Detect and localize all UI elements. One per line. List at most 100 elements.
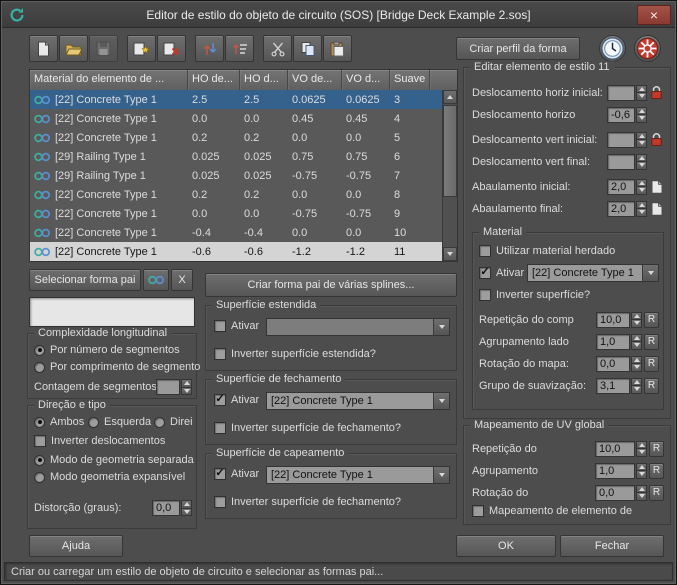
spinner[interactable] [636, 84, 647, 101]
column-header[interactable]: Suave [390, 70, 430, 90]
closure-material-combo[interactable]: [22] Concrete Type 1 [266, 392, 450, 410]
capping-material-combo[interactable]: [22] Concrete Type 1 [266, 466, 450, 484]
value-field[interactable]: 1,0 [595, 462, 635, 479]
remove-element-button[interactable] [157, 35, 186, 62]
spinner[interactable] [636, 131, 647, 148]
value-field[interactable] [607, 131, 635, 148]
segment-count-field[interactable] [156, 379, 180, 395]
table-scrollbar[interactable] [442, 90, 457, 261]
table-row[interactable]: [22] Concrete Type 1 0.2 0.2 0.0 0.0 5 [30, 128, 442, 147]
radio-by-segment-count[interactable]: Por número de segmentos [34, 344, 180, 356]
settings-button[interactable] [634, 35, 661, 62]
value-field[interactable]: 10,0 [596, 311, 630, 328]
open-style-button[interactable] [59, 35, 88, 62]
column-header[interactable]: VO d... [342, 70, 390, 90]
spinner[interactable] [636, 200, 647, 217]
value-field[interactable]: 0,0 [596, 355, 630, 372]
table-row[interactable]: [29] Railing Type 1 0.025 0.025 0.75 0.75 6 [30, 147, 442, 166]
clock-button[interactable] [599, 35, 626, 62]
capping-enable-checkbox[interactable]: ✓ Ativar [214, 468, 259, 480]
paste-element-button[interactable] [323, 35, 352, 62]
extended-material-combo[interactable] [266, 318, 450, 336]
column-header[interactable]: HO d... [240, 70, 288, 90]
spinner[interactable] [636, 484, 647, 501]
radio-by-segment-length[interactable]: Por comprimento de segmento [34, 361, 200, 373]
reset-button[interactable]: R [644, 311, 659, 328]
load-from-file-icon[interactable] [649, 201, 664, 216]
material-enable-checkbox[interactable]: ✓ Ativar [479, 267, 524, 279]
element-mapping-checkbox[interactable]: ✓ Mapeamento de elemento de [472, 505, 632, 517]
ok-button[interactable]: OK [456, 535, 556, 557]
reset-button[interactable]: R [649, 484, 664, 501]
table-row[interactable]: [22] Concrete Type 1 -0.6 -0.6 -1.2 -1.2 11 [30, 242, 442, 261]
value-field[interactable]: 1,0 [596, 333, 630, 350]
reset-button[interactable]: R [644, 377, 659, 394]
spinner[interactable] [636, 462, 647, 479]
scroll-down-button[interactable] [443, 247, 457, 261]
table-row[interactable]: [22] Concrete Type 1 2.5 2.5 0.0625 0.0625 3 [30, 90, 442, 109]
create-shape-profile-button[interactable]: Criar perfil da forma [456, 37, 580, 60]
invert-offsets-checkbox[interactable]: ✓ Inverter deslocamentos [34, 435, 165, 447]
value-field[interactable]: -0,6 [607, 106, 635, 123]
extended-invert-checkbox[interactable]: ✓ Inverter superfície estendida? [214, 348, 376, 360]
value-field[interactable]: 2,0 [607, 200, 635, 217]
load-from-file-icon[interactable] [649, 179, 664, 194]
extended-enable-checkbox[interactable]: ✓ Ativar [214, 320, 259, 332]
spinner[interactable] [636, 440, 647, 457]
inherited-material-checkbox[interactable]: ✓ Utilizar material herdado [479, 245, 615, 257]
radio-left[interactable]: Esquerda [88, 416, 151, 428]
material-invert-checkbox[interactable]: ✓ Inverter superfície? [479, 289, 590, 301]
column-header[interactable]: VO de... [288, 70, 342, 90]
close-dialog-button[interactable]: Fechar [560, 535, 664, 557]
spinner[interactable] [636, 153, 647, 170]
spinner[interactable] [636, 178, 647, 195]
radio-both[interactable]: Ambos [34, 416, 84, 428]
capping-invert-checkbox[interactable]: ✓ Inverter superfície de fechamento? [214, 496, 401, 508]
value-field[interactable]: 10,0 [595, 440, 635, 457]
spinner[interactable] [631, 355, 642, 372]
close-button[interactable]: × [637, 5, 671, 25]
reset-button[interactable]: R [649, 462, 664, 479]
value-field[interactable]: 0,0 [595, 484, 635, 501]
reset-button[interactable]: R [644, 333, 659, 350]
spinner[interactable] [631, 333, 642, 350]
radio-separate-geometry[interactable]: Modo de geometria separada [34, 454, 194, 466]
closure-enable-checkbox[interactable]: ✓ Ativar [214, 394, 259, 406]
cut-element-button[interactable] [263, 35, 292, 62]
pick-shape-button[interactable] [143, 269, 169, 291]
column-header[interactable]: HO de... [188, 70, 240, 90]
spinner[interactable] [636, 106, 647, 123]
select-parent-shape-button[interactable]: Selecionar forma pai [29, 269, 141, 291]
twist-field[interactable]: 0,0 [152, 500, 180, 516]
copy-element-button[interactable] [293, 35, 322, 62]
clear-parent-shape-button[interactable]: X [171, 269, 193, 291]
new-style-button[interactable] [29, 35, 58, 62]
spinner[interactable] [181, 500, 192, 516]
spinner[interactable] [631, 377, 642, 394]
spinner[interactable] [631, 311, 642, 328]
sort-elements-button[interactable] [225, 35, 254, 62]
reorder-elements-button[interactable] [195, 35, 224, 62]
add-element-button[interactable] [127, 35, 156, 62]
value-field[interactable] [607, 153, 635, 170]
value-field[interactable] [607, 84, 635, 101]
help-button[interactable]: Ajuda [29, 535, 123, 557]
save-style-button[interactable] [89, 35, 118, 62]
scrollbar-thumb[interactable] [443, 105, 457, 197]
scroll-up-button[interactable] [443, 90, 457, 104]
spinner[interactable] [181, 379, 192, 395]
column-header[interactable]: Material do elemento de ... [30, 70, 188, 90]
table-row[interactable]: [22] Concrete Type 1 0.0 0.0 -0.75 -0.75 9 [30, 204, 442, 223]
table-row[interactable]: [22] Concrete Type 1 -0.4 -0.4 0.0 0.0 10 [30, 223, 442, 242]
closure-invert-checkbox[interactable]: ✓ Inverter superfície de fechamento? [214, 422, 401, 434]
reset-button[interactable]: R [649, 440, 664, 457]
create-parent-shape-button[interactable]: Criar forma pai de várias splines... [205, 273, 457, 297]
value-field[interactable]: 2,0 [607, 178, 635, 195]
lock-icon[interactable] [649, 132, 664, 147]
table-row[interactable]: [22] Concrete Type 1 0.0 0.0 0.45 0.45 4 [30, 109, 442, 128]
radio-right[interactable]: Direi [154, 416, 194, 428]
radio-expandable-geometry[interactable]: Modo geometria expansível [34, 471, 185, 483]
titlebar[interactable]: Editor de estilo do objeto de circuito (… [2, 2, 675, 28]
reset-button[interactable]: R [644, 355, 659, 372]
lock-icon[interactable] [649, 85, 664, 100]
